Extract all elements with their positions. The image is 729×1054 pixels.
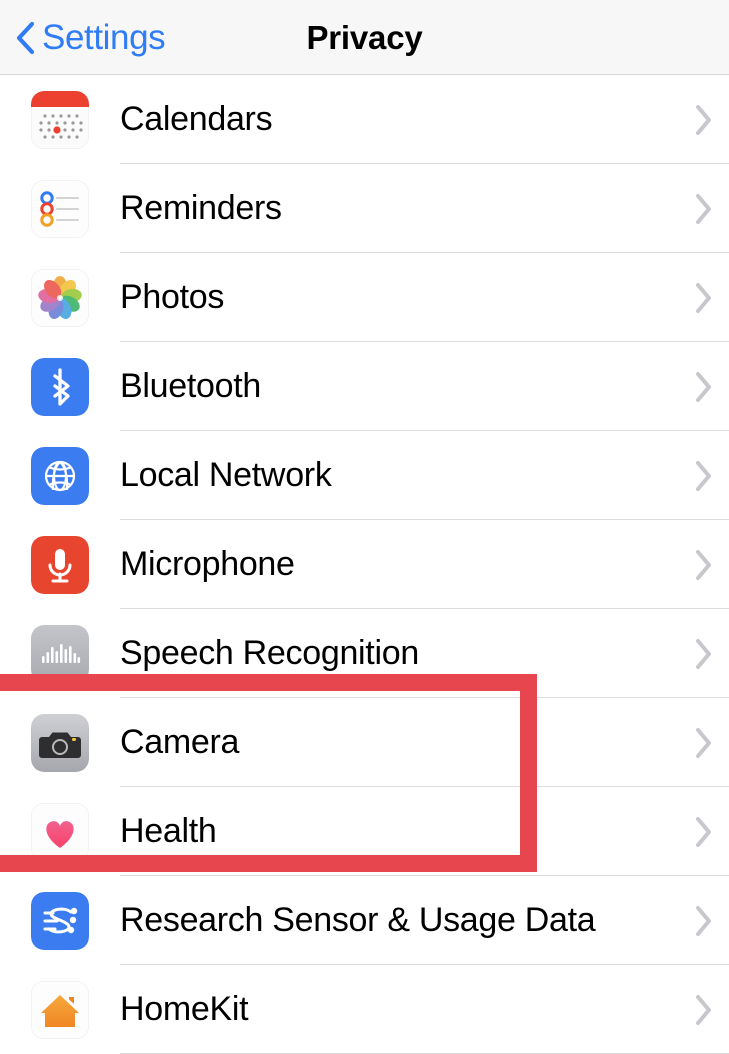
privacy-settings-list: Calendars Reminders Photos Bluetooth Loc…	[0, 75, 729, 1054]
camera-icon	[31, 714, 89, 772]
chevron-right-icon	[691, 520, 717, 609]
navigation-bar: Privacy Settings	[0, 0, 729, 75]
list-item-local-network[interactable]: Local Network	[0, 431, 729, 520]
list-item-label: Microphone	[120, 545, 295, 583]
chevron-right-icon	[691, 698, 717, 787]
list-item-label: Photos	[120, 278, 225, 316]
chevron-right-icon	[691, 75, 717, 164]
calendar-icon	[31, 91, 89, 149]
list-item-reminders[interactable]: Reminders	[0, 164, 729, 253]
chevron-right-icon	[691, 342, 717, 431]
list-item-homekit[interactable]: HomeKit	[0, 965, 729, 1054]
bluetooth-icon	[31, 358, 89, 416]
list-item-camera[interactable]: Camera	[0, 698, 729, 787]
chevron-right-icon	[691, 787, 717, 876]
list-item-label: Calendars	[120, 100, 273, 138]
research-sensor-icon	[31, 892, 89, 950]
microphone-icon	[31, 536, 89, 594]
back-button[interactable]: Settings	[14, 0, 166, 75]
speech-recognition-icon	[31, 625, 89, 683]
chevron-left-icon	[16, 21, 35, 54]
list-item-research-sensor-usage-data[interactable]: Research Sensor & Usage Data	[0, 876, 729, 965]
list-item-label: HomeKit	[120, 990, 249, 1028]
list-item-calendars[interactable]: Calendars	[0, 75, 729, 164]
list-item-health[interactable]: Health	[0, 787, 729, 876]
globe-icon	[31, 447, 89, 505]
heart-icon	[31, 803, 89, 861]
list-item-label: Research Sensor & Usage Data	[120, 901, 596, 939]
chevron-right-icon	[691, 431, 717, 520]
chevron-right-icon	[691, 164, 717, 253]
list-item-label: Camera	[120, 723, 240, 761]
list-item-label: Reminders	[120, 189, 282, 227]
list-item-label: Local Network	[120, 456, 332, 494]
list-item-label: Health	[120, 812, 217, 850]
back-button-label: Settings	[42, 18, 166, 57]
reminders-icon	[31, 180, 89, 238]
list-item-label: Speech Recognition	[120, 634, 419, 672]
list-item-label: Bluetooth	[120, 367, 261, 405]
list-item-microphone[interactable]: Microphone	[0, 520, 729, 609]
list-item-speech-recognition[interactable]: Speech Recognition	[0, 609, 729, 698]
photos-icon	[31, 269, 89, 327]
list-item-bluetooth[interactable]: Bluetooth	[0, 342, 729, 431]
homekit-icon	[31, 981, 89, 1039]
chevron-right-icon	[691, 965, 717, 1054]
chevron-right-icon	[691, 253, 717, 342]
chevron-right-icon	[691, 609, 717, 698]
chevron-right-icon	[691, 876, 717, 965]
list-item-photos[interactable]: Photos	[0, 253, 729, 342]
